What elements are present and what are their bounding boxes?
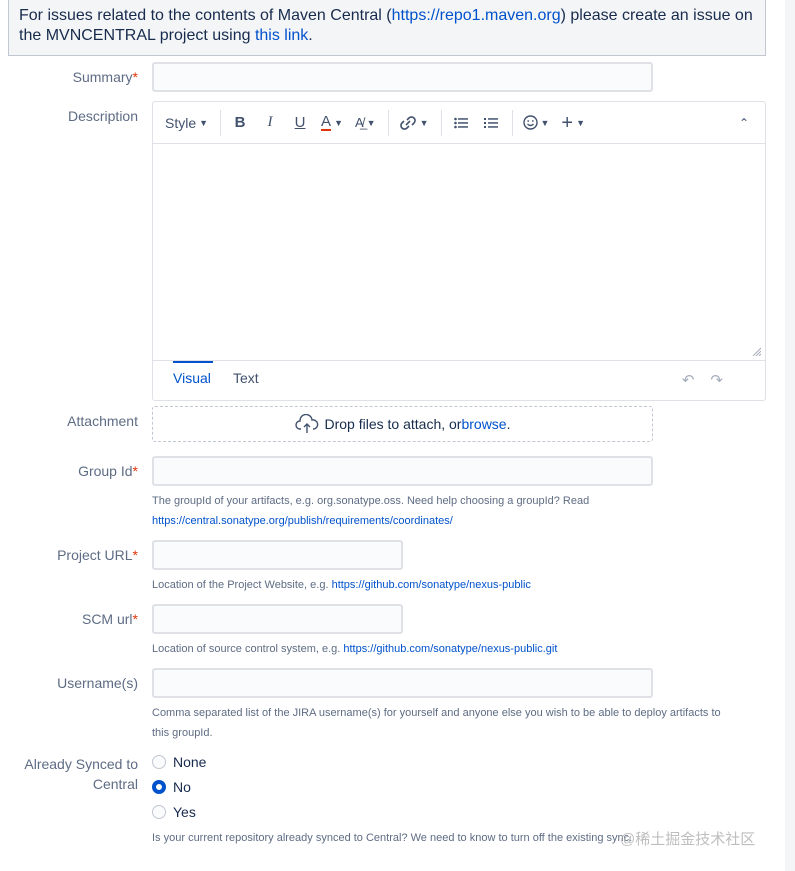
browse-link[interactable]: browse <box>461 416 506 432</box>
radio-label: No <box>173 779 191 795</box>
emoji-icon[interactable]: ▼ <box>519 109 554 137</box>
chevron-down-icon: ▼ <box>540 117 550 128</box>
text-color-icon[interactable]: A ▼ <box>317 109 347 137</box>
bullet-list-icon[interactable] <box>448 109 474 137</box>
this-link[interactable]: this link <box>255 27 308 44</box>
summary-input[interactable] <box>152 62 653 92</box>
chevron-down-icon: ▼ <box>199 117 209 128</box>
dropzone-suffix: . <box>506 416 511 432</box>
required-mark: * <box>132 69 138 85</box>
repo1-link[interactable]: https://repo1.maven.org <box>392 7 561 24</box>
underline-icon[interactable]: U <box>287 109 313 137</box>
editor-footer: Visual Text ↶↷ <box>153 360 765 402</box>
collapse-toolbar-icon[interactable]: ⌃ <box>731 109 757 137</box>
numbered-list-glyph <box>483 117 498 128</box>
tab-visual[interactable]: Visual <box>173 361 213 391</box>
editor-toolbar: Style ▼ B I U A ▼ A̸̲ ▼ ▼ ▼ + ▼ ⌃ <box>153 102 765 144</box>
tab-text[interactable]: Text <box>233 363 259 393</box>
summary-label-text: Summary <box>72 69 133 85</box>
italic-icon[interactable]: I <box>257 109 283 137</box>
notice-prefix: For issues related to the contents of Ma… <box>19 7 392 24</box>
chevron-down-icon: ▼ <box>334 117 343 128</box>
usernames-input[interactable] <box>152 668 653 698</box>
nexus-public-git-link[interactable]: https://github.com/sonatype/nexus-public… <box>343 643 557 655</box>
summary-label: Summary* <box>8 68 138 86</box>
chevron-down-icon: ▼ <box>366 117 376 128</box>
text-format-icon[interactable]: A̸̲ ▼ <box>351 109 380 137</box>
group-id-input[interactable] <box>152 456 653 486</box>
scm-url-label: SCM url* <box>8 610 138 628</box>
radio-button[interactable] <box>152 755 166 769</box>
project-url-label: Project URL* <box>8 546 138 564</box>
project-url-input[interactable] <box>152 540 403 570</box>
attachment-label: Attachment <box>67 413 138 429</box>
toolbar-divider <box>511 109 513 136</box>
style-dropdown-label: Style <box>165 114 197 131</box>
scm-url-label-text: SCM url <box>81 611 133 627</box>
emoji-glyph <box>522 115 538 130</box>
notice-suffix: . <box>308 27 313 44</box>
watermark: @稀土掘金技术社区 <box>620 831 756 848</box>
scm-url-help-text: Location of source control system, e.g. <box>152 643 344 655</box>
radio-button-checked[interactable] <box>152 780 166 794</box>
synced-label-line1: Already Synced to <box>24 756 138 772</box>
maven-central-notice: For issues related to the contents of Ma… <box>8 0 766 56</box>
nexus-public-link[interactable]: https://github.com/sonatype/nexus-public <box>332 579 531 591</box>
undo-redo-group: ↶↷ <box>682 371 739 389</box>
resize-handle-icon[interactable] <box>751 346 761 356</box>
required-mark: * <box>132 611 138 627</box>
radio-option-none[interactable]: None <box>152 754 206 770</box>
usernames-label: Username(s) <box>57 675 138 691</box>
radio-button[interactable] <box>152 805 166 819</box>
numbered-list-icon[interactable] <box>478 109 504 137</box>
required-mark: * <box>132 547 138 563</box>
radio-option-no[interactable]: No <box>152 779 191 795</box>
radio-label: None <box>173 754 207 770</box>
group-id-help: The groupId of your artifacts, e.g. org.… <box>152 491 772 531</box>
project-url-help: Location of the Project Website, e.g. ht… <box>152 575 772 595</box>
usernames-help-line2: this groupId. <box>152 727 213 739</box>
synced-label: Already Synced to Central <box>8 754 138 794</box>
radio-label: Yes <box>173 804 196 820</box>
group-id-help-text: The groupId of your artifacts, e.g. org.… <box>152 495 590 507</box>
link-glyph <box>399 115 416 130</box>
group-id-label-text: Group Id <box>78 463 133 479</box>
description-textarea[interactable] <box>153 144 765 360</box>
project-url-label-text: Project URL <box>57 547 133 563</box>
synced-label-line2: Central <box>92 776 138 792</box>
cloud-upload-icon <box>294 414 318 433</box>
bold-icon[interactable]: B <box>227 109 253 137</box>
attachment-dropzone[interactable]: Drop files to attach, or browse. <box>152 406 653 442</box>
required-mark: * <box>132 463 138 479</box>
coordinates-link[interactable]: https://central.sonatype.org/publish/req… <box>152 515 453 527</box>
usernames-help: Comma separated list of the JIRA usernam… <box>152 703 772 743</box>
scm-url-input[interactable] <box>152 604 403 634</box>
chevron-down-icon: ▼ <box>419 117 429 128</box>
description-editor: Style ▼ B I U A ▼ A̸̲ ▼ ▼ ▼ + ▼ ⌃ Visual… <box>152 101 766 401</box>
style-dropdown[interactable]: Style ▼ <box>161 109 212 137</box>
link-icon[interactable]: ▼ <box>395 109 433 137</box>
bullet-list-glyph <box>453 117 468 128</box>
radio-option-yes[interactable]: Yes <box>152 804 196 820</box>
project-url-help-text: Location of the Project Website, e.g. <box>152 579 332 591</box>
description-label: Description <box>67 108 138 124</box>
redo-icon[interactable]: ↷ <box>710 372 739 389</box>
chevron-down-icon: ▼ <box>576 117 586 128</box>
page-scroll-track <box>785 0 795 871</box>
undo-icon[interactable]: ↶ <box>682 372 711 389</box>
toolbar-divider <box>387 109 389 136</box>
usernames-help-line1: Comma separated list of the JIRA usernam… <box>152 707 721 719</box>
scm-url-help: Location of source control system, e.g. … <box>152 639 772 659</box>
group-id-label: Group Id* <box>8 462 138 480</box>
toolbar-divider <box>220 109 222 136</box>
toolbar-divider <box>440 109 442 136</box>
dropzone-text: Drop files to attach, or <box>324 416 462 432</box>
insert-more-icon[interactable]: + ▼ <box>557 109 589 137</box>
